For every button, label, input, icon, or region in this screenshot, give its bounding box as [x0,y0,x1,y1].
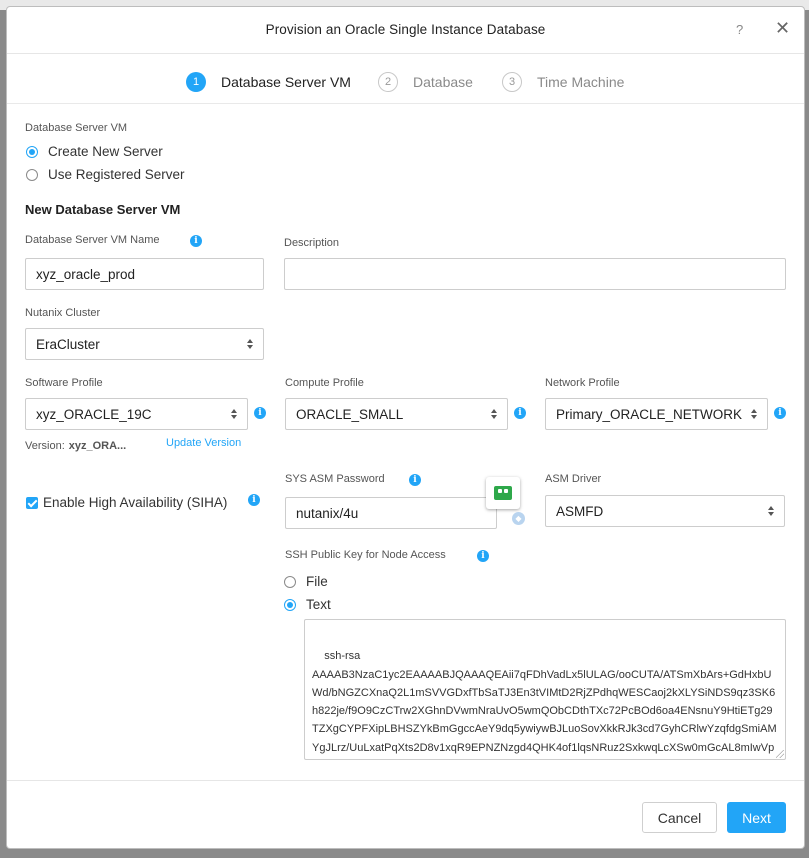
select-arrows-icon [767,505,775,517]
compute-profile-value: ORACLE_SMALL [296,406,404,422]
asm-driver-label: ASM Driver [545,473,602,485]
step-time-machine[interactable]: 3 Time Machine [502,72,624,92]
cancel-button[interactable]: Cancel [642,802,717,833]
step-database-server-vm[interactable]: 1 Database Server VM [186,72,351,92]
asm-driver-value: ASMFD [556,503,604,519]
select-arrows-icon [750,408,758,420]
new-server-heading: New Database Server VM [25,202,181,217]
compute-profile-label: Compute Profile [285,377,364,389]
version-value: xyz_ORA... [68,440,127,452]
compute-profile-select[interactable]: ORACLE_SMALL [285,398,508,430]
radio-button[interactable] [26,145,38,158]
server-vm-label: Database Server VM [25,122,128,134]
asm-password-label: SYS ASM Password [285,473,385,485]
ssh-key-textarea[interactable]: ssh-rsa AAAAB3NzaC1yc2EAAAABJQAAAQEAii7q… [304,619,786,760]
select-arrows-icon [246,338,254,350]
cluster-select[interactable]: EraCluster [25,328,264,360]
radio-button[interactable] [26,168,38,181]
software-profile-value: xyz_ORACLE_19C [36,406,152,422]
radio-label: Text [306,597,331,612]
software-profile-label: Software Profile [25,377,103,389]
step-number: 2 [378,72,398,92]
password-manager-badge-icon: ◆ [512,512,525,525]
cluster-value: EraCluster [36,336,100,352]
network-profile-select[interactable]: Primary_ORACLE_NETWORK [545,398,768,430]
step-number: 1 [186,72,206,92]
network-profile-info-icon[interactable]: i [774,407,786,419]
dialog-footer: Cancel Next [7,780,804,848]
radio-ssh-file[interactable]: File [284,574,328,589]
vm-name-input[interactable]: xyz_oracle_prod [25,258,264,290]
ha-info-icon[interactable]: i [248,494,260,506]
network-profile-value: Primary_ORACLE_NETWORK [556,406,743,422]
asm-driver-select[interactable]: ASMFD [545,495,785,527]
update-version-link[interactable]: Update Version [166,437,241,449]
radio-button[interactable] [284,575,296,588]
software-version: Version: xyz_ORA... [25,440,126,452]
radio-button[interactable] [284,598,296,611]
asm-password-input[interactable]: nutanix/4u [285,497,497,529]
ha-checkbox[interactable] [26,496,38,509]
help-icon[interactable]: ? [736,22,743,37]
step-database[interactable]: 2 Database [378,72,473,92]
vm-name-label: Database Server VM Name [25,234,160,246]
resize-handle-icon[interactable] [776,750,784,758]
description-label: Description [284,237,340,249]
ssh-key-label: SSH Public Key for Node Access [285,549,446,561]
provision-dialog: Provision an Oracle Single Instance Data… [7,7,804,848]
asm-password-info-icon[interactable]: i [409,474,421,486]
software-profile-info-icon[interactable]: i [254,407,266,419]
radio-use-registered-server[interactable]: Use Registered Server [26,167,185,182]
cluster-label: Nutanix Cluster [25,307,101,319]
ssh-key-text: ssh-rsa AAAAB3NzaC1yc2EAAAABJQAAAQEAii7q… [312,650,777,754]
step-label: Database [413,74,473,90]
description-input[interactable] [284,258,786,290]
vm-name-info-icon[interactable]: i [190,235,202,247]
compute-profile-info-icon[interactable]: i [514,407,526,419]
version-label: Version: [25,440,65,452]
dialog-header: Provision an Oracle Single Instance Data… [7,7,804,54]
close-icon[interactable]: ✕ [775,19,790,37]
dialog-title: Provision an Oracle Single Instance Data… [265,22,546,37]
ssh-key-info-icon[interactable]: i [477,550,489,562]
password-manager-icon[interactable] [486,477,520,509]
password-manager-face-icon [494,486,512,500]
select-arrows-icon [230,408,238,420]
select-arrows-icon [490,408,498,420]
radio-label: Use Registered Server [48,167,185,182]
step-label: Database Server VM [221,74,351,90]
wizard-steps: 1 Database Server VM 2 Database 3 Time M… [7,54,804,104]
step-number: 3 [502,72,522,92]
radio-ssh-text[interactable]: Text [284,597,331,612]
radio-create-new-server[interactable]: Create New Server [26,144,163,159]
step-label: Time Machine [537,74,625,90]
ha-checkbox-row[interactable]: Enable High Availability (SIHA) [26,495,227,510]
next-button[interactable]: Next [727,802,786,833]
radio-label: Create New Server [48,144,163,159]
software-profile-select[interactable]: xyz_ORACLE_19C [25,398,248,430]
radio-label: File [306,574,328,589]
network-profile-label: Network Profile [545,377,620,389]
ha-label: Enable High Availability (SIHA) [43,495,228,510]
